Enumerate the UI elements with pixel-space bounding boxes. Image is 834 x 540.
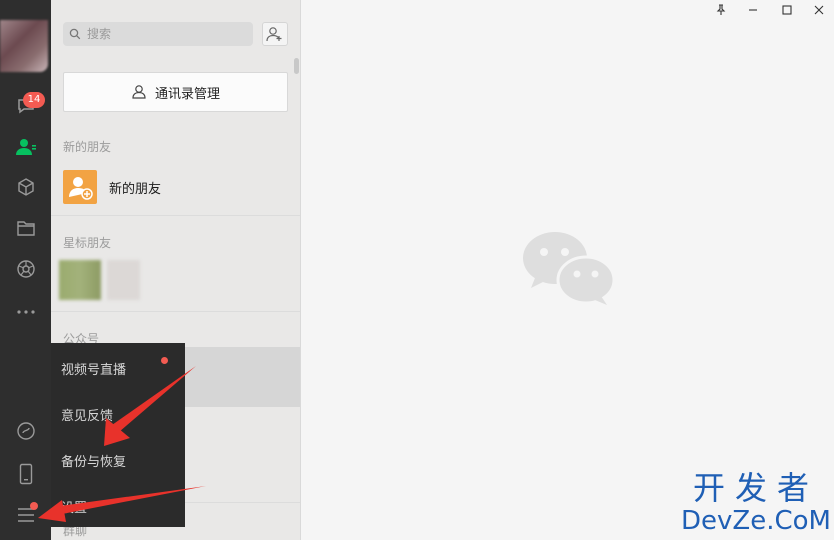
close-icon[interactable]: [803, 0, 834, 20]
site-watermark: 开发者 DevZe.CoM: [676, 470, 834, 536]
list-item-starred-friend[interactable]: [51, 250, 300, 306]
menu-item-feedback[interactable]: 意见反馈: [61, 405, 113, 424]
moments-icon[interactable]: [0, 249, 51, 289]
search-box[interactable]: [63, 22, 253, 46]
contact-name: 新的朋友: [109, 182, 162, 197]
new-friend-icon: [63, 170, 97, 204]
avatar: [59, 260, 101, 300]
avatar[interactable]: [0, 20, 48, 72]
menu-item-channels-live[interactable]: 视频号直播: [61, 359, 126, 378]
watermark-en: DevZe.CoM: [681, 506, 831, 536]
add-contact-button[interactable]: [262, 22, 288, 46]
scrollbar[interactable]: [294, 58, 299, 74]
contacts-manage-icon: [132, 85, 146, 99]
favorites-icon[interactable]: [0, 167, 51, 207]
menu-icon[interactable]: [0, 495, 51, 535]
nav-sidebar: 14: [0, 0, 51, 540]
unread-badge: 14: [23, 92, 45, 108]
divider: [51, 311, 300, 312]
add-user-icon: [266, 27, 282, 42]
files-icon[interactable]: [0, 208, 51, 248]
section-label-starred: 星标朋友: [63, 236, 112, 250]
section-label-new-friends: 新的朋友: [63, 140, 112, 154]
search-icon: [69, 28, 81, 40]
settings-popup-menu: 视频号直播 意见反馈 备份与恢复 设置: [51, 343, 185, 527]
contacts-icon[interactable]: [0, 127, 51, 167]
minimize-icon[interactable]: [737, 0, 769, 20]
search-input[interactable]: [87, 27, 247, 41]
contacts-manage-button[interactable]: 通讯录管理: [63, 72, 288, 112]
menu-item-backup-restore[interactable]: 备份与恢复: [61, 451, 126, 470]
divider: [51, 215, 300, 216]
more-icon[interactable]: [0, 292, 51, 332]
menu-item-settings[interactable]: 设置: [61, 497, 87, 516]
blurred-name: [107, 260, 140, 300]
notification-dot: [161, 357, 168, 364]
menu-notification-dot: [30, 502, 38, 510]
watermark-cn: 开发者: [692, 469, 819, 507]
mini-program-icon[interactable]: [0, 411, 51, 451]
main-pane: [301, 0, 834, 540]
wechat-logo-icon: [523, 232, 616, 305]
list-item-new-friends[interactable]: 新的朋友: [51, 158, 300, 214]
pin-icon[interactable]: [705, 0, 737, 20]
phone-icon[interactable]: [0, 454, 51, 494]
maximize-icon[interactable]: [771, 0, 803, 20]
contacts-manage-label: 通讯录管理: [154, 86, 220, 102]
